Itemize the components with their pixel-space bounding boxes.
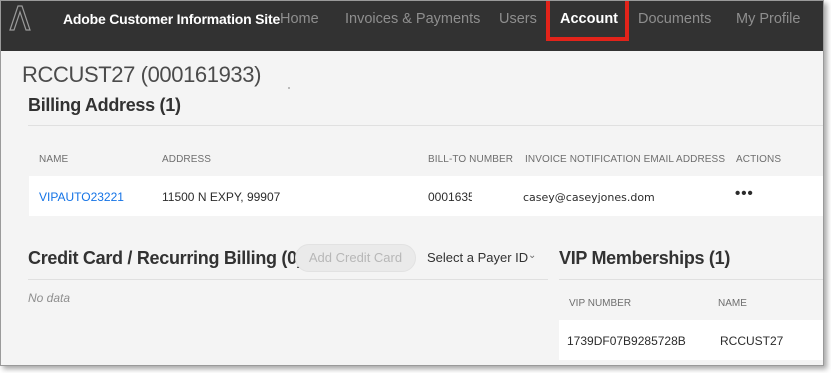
vip-divider [559, 279, 823, 280]
nav-users[interactable]: Users [499, 11, 537, 27]
table-row [29, 176, 823, 216]
column-header-name: NAME [39, 154, 69, 165]
page-title: RCCUST27 (000161933) [22, 62, 262, 87]
vip-name: RCCUST27 [720, 334, 784, 348]
top-nav: Adobe Customer Information Site Home Inv… [1, 1, 823, 51]
column-header-email: INVOICE NOTIFICATION EMAIL ADDRESS [525, 154, 726, 165]
nav-documents[interactable]: Documents [638, 11, 711, 27]
nav-my-profile[interactable]: My Profile [736, 11, 800, 27]
column-header-vip-name: NAME [718, 298, 747, 309]
vip-heading: VIP Memberships (1) [559, 248, 731, 268]
column-header-bill-to: BILL-TO NUMBER [428, 154, 514, 165]
payer-id-select[interactable]: Select a Payer ID [427, 250, 528, 265]
add-credit-card-button[interactable]: Add Credit Card [295, 244, 416, 272]
billing-name-link[interactable]: VIPAUTO23221 [39, 190, 124, 204]
more-icon[interactable]: ••• [735, 185, 754, 202]
nav-home[interactable]: Home [280, 11, 319, 27]
billing-divider [28, 125, 823, 126]
adobe-logo-icon[interactable] [9, 5, 31, 31]
credit-divider [28, 279, 548, 280]
nav-account[interactable]: Account [560, 11, 618, 27]
nav-invoices-payments[interactable]: Invoices & Payments [345, 11, 480, 27]
vip-number: 1739DF07B9285728B [567, 334, 686, 348]
browser-frame: Adobe Customer Information Site Home Inv… [0, 0, 824, 366]
billing-address: 11500 N EXPY, 99907 [162, 190, 281, 204]
column-header-vip-number: VIP NUMBER [569, 298, 632, 309]
column-header-address: ADDRESS [162, 154, 212, 165]
billing-email: casey@caseyjones.dom [523, 191, 655, 204]
billing-heading: Billing Address (1) [28, 95, 181, 115]
column-header-actions: ACTIONS [736, 154, 782, 165]
billing-bill-to-number: 0001635 [428, 190, 472, 204]
divider-dot [288, 87, 290, 89]
empty-state-text: No data [28, 291, 71, 305]
site-title[interactable]: Adobe Customer Information Site [63, 11, 280, 27]
chevron-down-icon[interactable]: ⌄ [528, 250, 536, 261]
credit-card-heading: Credit Card / Recurring Billing (0) [28, 248, 303, 268]
